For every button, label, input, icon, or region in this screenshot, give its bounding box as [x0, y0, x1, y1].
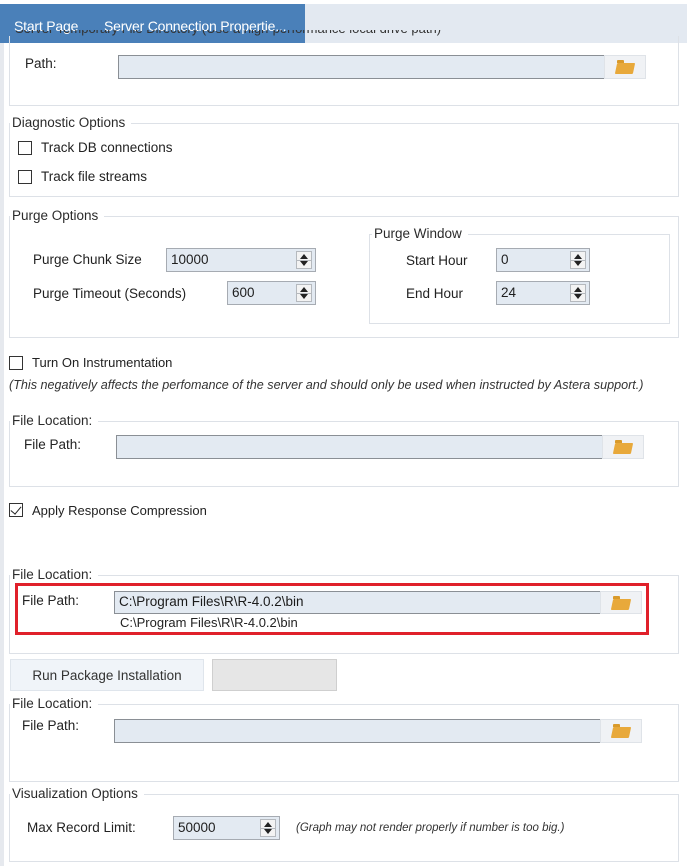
turn-on-instrumentation-checkbox[interactable] [9, 356, 23, 370]
visualization-options-title: Visualization Options [10, 786, 144, 801]
end-hour-value[interactable]: 24 [501, 285, 516, 300]
spinner-buttons[interactable] [296, 284, 312, 302]
instrumentation-browse-button[interactable] [602, 435, 644, 459]
track-db-connections-label[interactable]: Track DB connections [41, 140, 173, 155]
third-file-location-title: File Location: [10, 696, 99, 711]
folder-icon [616, 60, 634, 74]
purge-chunk-size-spinner[interactable]: 10000 [166, 248, 316, 272]
spin-down-icon[interactable] [300, 294, 308, 299]
spinner-buttons[interactable] [260, 819, 276, 837]
track-file-streams-label[interactable]: Track file streams [41, 169, 147, 184]
spin-up-icon[interactable] [574, 254, 582, 259]
diagnostic-options-group [9, 123, 679, 197]
folder-icon [614, 440, 632, 454]
purge-chunk-size-value[interactable]: 10000 [171, 252, 209, 267]
highlight-annotation [15, 583, 649, 635]
track-db-connections-checkbox[interactable] [18, 141, 32, 155]
max-record-limit-spinner[interactable]: 50000 [173, 816, 280, 840]
purge-window-title: Purge Window [372, 226, 468, 241]
spin-up-icon[interactable] [264, 822, 272, 827]
package-secondary-button[interactable] [212, 659, 337, 691]
instrumentation-file-location-title: File Location: [10, 413, 99, 428]
max-record-limit-value[interactable]: 50000 [178, 820, 216, 835]
instrumentation-file-path-input[interactable] [116, 435, 603, 459]
spin-down-icon[interactable] [574, 294, 582, 299]
third-file-path-label: File Path: [22, 718, 80, 733]
temp-path-browse-button[interactable] [604, 55, 646, 79]
temp-path-label: Path: [25, 56, 57, 71]
max-record-limit-label: Max Record Limit: [27, 820, 136, 835]
purge-chunk-size-label: Purge Chunk Size [33, 252, 142, 267]
spin-up-icon[interactable] [300, 287, 308, 292]
third-file-location-group [9, 704, 679, 782]
run-package-installation-button[interactable]: Run Package Installation [10, 659, 204, 691]
folder-icon [612, 724, 630, 738]
spin-down-icon[interactable] [264, 829, 272, 834]
instrumentation-file-path-label: File Path: [24, 437, 82, 452]
third-file-path-input[interactable] [114, 719, 601, 743]
r-file-location-title: File Location: [10, 567, 99, 582]
spin-up-icon[interactable] [300, 254, 308, 259]
end-hour-spinner[interactable]: 24 [496, 281, 590, 305]
purge-timeout-spinner[interactable]: 600 [227, 281, 316, 305]
temp-directory-title: Server Temporary File Directory (Use a h… [15, 30, 485, 36]
purge-timeout-label: Purge Timeout (Seconds) [33, 286, 187, 301]
temp-path-input[interactable] [118, 55, 605, 79]
max-record-limit-note: (Graph may not render properly if number… [296, 822, 565, 834]
apply-response-compression-checkbox[interactable] [9, 503, 23, 517]
third-file-path-browse-button[interactable] [600, 719, 642, 743]
track-file-streams-checkbox[interactable] [18, 170, 32, 184]
purge-options-title: Purge Options [10, 208, 105, 223]
turn-on-instrumentation-label[interactable]: Turn On Instrumentation [32, 355, 172, 370]
start-hour-label: Start Hour [406, 253, 468, 268]
spinner-buttons[interactable] [570, 284, 586, 302]
spin-up-icon[interactable] [574, 287, 582, 292]
spinner-buttons[interactable] [570, 251, 586, 269]
instrumentation-warning: (This negatively affects the perfomance … [9, 378, 644, 392]
apply-response-compression-label[interactable]: Apply Response Compression [32, 503, 207, 518]
spinner-buttons[interactable] [296, 251, 312, 269]
end-hour-label: End Hour [406, 286, 464, 301]
purge-timeout-value[interactable]: 600 [232, 285, 255, 300]
panel-left-border [0, 43, 4, 866]
spin-down-icon[interactable] [300, 261, 308, 266]
start-hour-value[interactable]: 0 [501, 252, 509, 267]
diagnostic-options-title: Diagnostic Options [10, 115, 132, 130]
start-hour-spinner[interactable]: 0 [496, 248, 590, 272]
spin-down-icon[interactable] [574, 261, 582, 266]
